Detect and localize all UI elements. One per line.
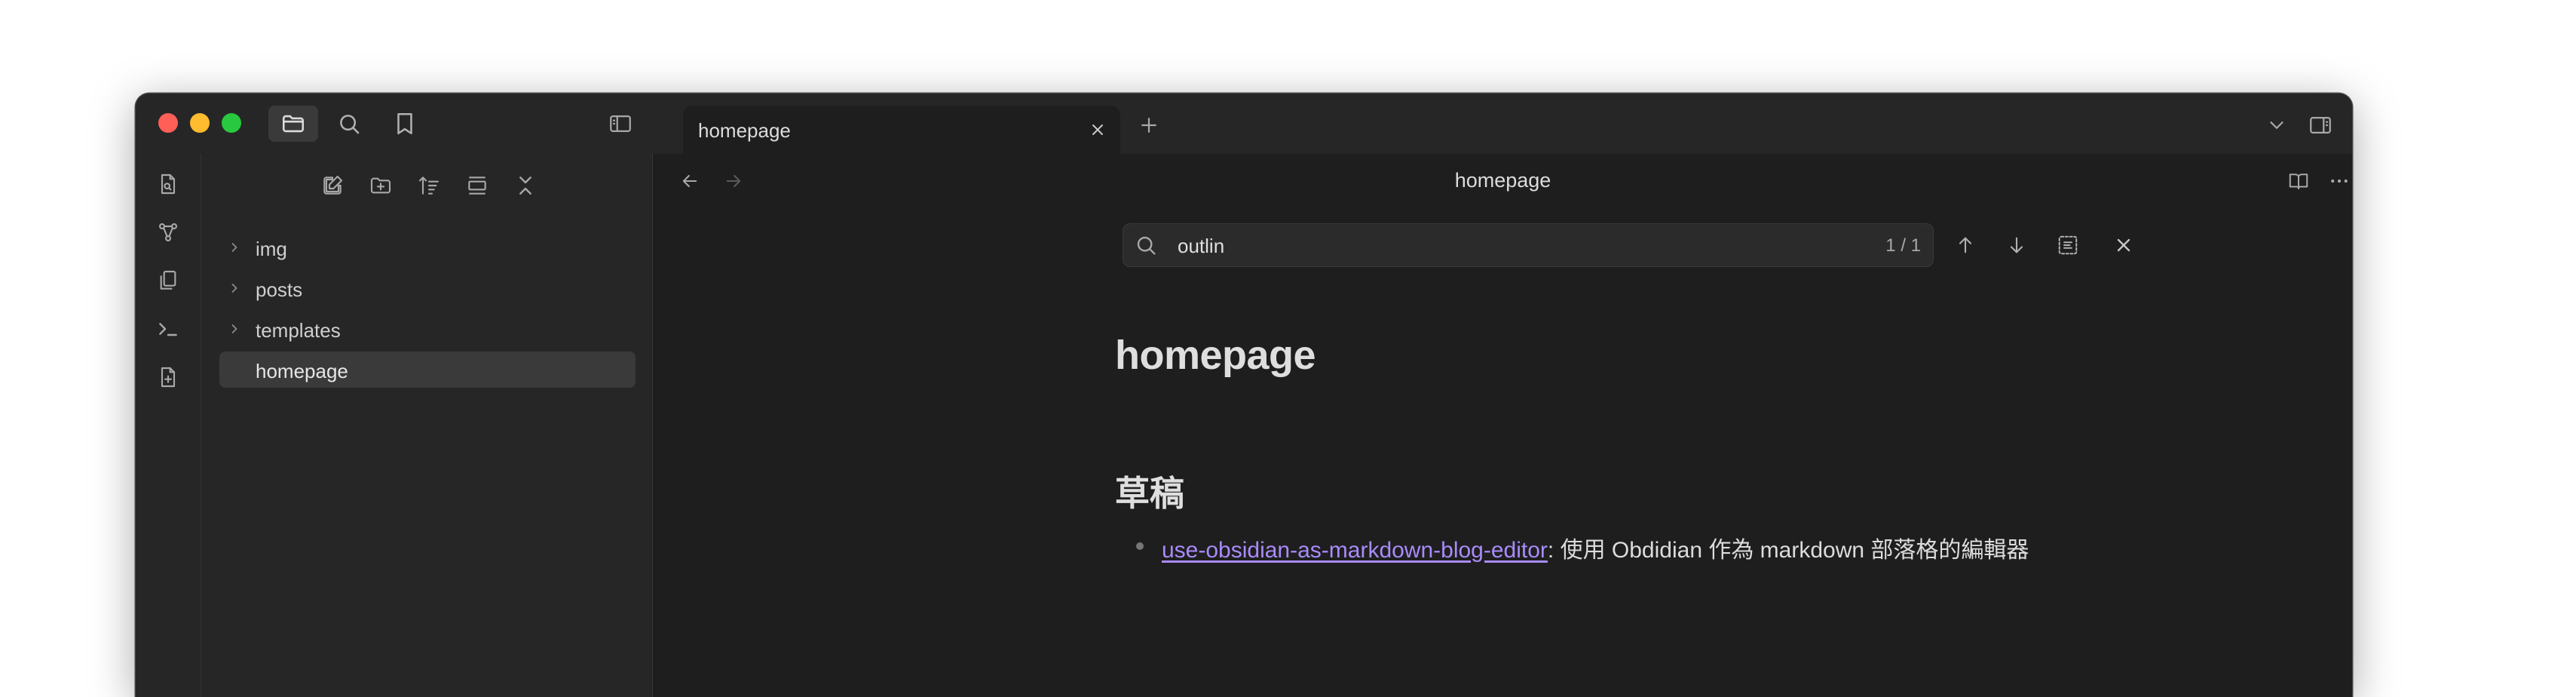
sort-icon bbox=[418, 177, 440, 195]
list-item-description: : 使用 Obdidian 作為 markdown 部落格的編輯器 bbox=[1547, 538, 2029, 563]
open-templates-button[interactable] bbox=[152, 264, 185, 297]
tab-list-button[interactable] bbox=[2260, 109, 2293, 142]
edit-icon bbox=[323, 175, 343, 195]
list-item-text: use-obsidian-as-markdown-blog-editor: 使用… bbox=[1162, 531, 2029, 564]
tree-file-homepage[interactable]: homepage bbox=[219, 352, 636, 388]
internal-link[interactable]: use-obsidian-as-markdown-blog-editor bbox=[1162, 538, 1548, 563]
select-all-matches-button[interactable] bbox=[2051, 229, 2084, 262]
sidebar-right-icon bbox=[2310, 116, 2331, 134]
chevrons-collapse-icon bbox=[519, 177, 531, 195]
arrow-down-icon bbox=[2010, 237, 2023, 253]
title-bar: homepage bbox=[136, 94, 2352, 154]
sidebar-left-icon bbox=[610, 115, 631, 133]
change-sort-order-button[interactable] bbox=[411, 167, 447, 204]
heading-h2: 草稿 bbox=[1115, 474, 1184, 513]
tree-folder-templates[interactable]: templates bbox=[219, 311, 636, 347]
next-match-button[interactable] bbox=[2000, 229, 2033, 262]
toggle-right-sidebar-button[interactable] bbox=[2304, 109, 2337, 142]
chevron-down-icon bbox=[2270, 121, 2283, 129]
find-input[interactable] bbox=[1176, 224, 1782, 268]
open-command-palette-button[interactable] bbox=[152, 312, 185, 345]
tab-homepage[interactable]: homepage bbox=[683, 106, 1120, 154]
toggle-left-sidebar-button[interactable] bbox=[596, 106, 645, 142]
reveal-file-icon bbox=[468, 177, 486, 195]
view-header-title[interactable]: homepage bbox=[654, 169, 2352, 192]
bookmarks-view-button[interactable] bbox=[380, 106, 430, 142]
chevron-right-icon bbox=[225, 238, 244, 256]
tree-item-label: homepage bbox=[256, 360, 348, 382]
find-bar: 1 / 1 bbox=[1123, 223, 1934, 268]
new-folder-button[interactable] bbox=[363, 167, 399, 204]
create-new-note-button[interactable] bbox=[152, 361, 185, 394]
tree-item-label: posts bbox=[256, 278, 303, 301]
open-quick-switcher-button[interactable] bbox=[152, 167, 185, 201]
tree-item-label: templates bbox=[256, 319, 341, 342]
file-explorer: img posts templates homepage bbox=[201, 154, 653, 697]
tree-folder-img[interactable]: img bbox=[219, 229, 636, 266]
chevron-right-icon bbox=[225, 279, 244, 297]
match-count: 1 / 1 bbox=[1885, 235, 1921, 256]
tree-item-label: img bbox=[256, 238, 287, 260]
folder-plus-icon bbox=[370, 177, 391, 194]
reading-view-button[interactable] bbox=[2282, 164, 2315, 198]
more-horizontal-icon bbox=[2331, 179, 2348, 183]
editor-pane: homepage 1 / 1 homepage 草稿 u bbox=[654, 154, 2352, 697]
arrow-up-icon bbox=[1959, 237, 1972, 253]
new-note-button[interactable] bbox=[314, 167, 351, 204]
search-icon bbox=[1137, 236, 1156, 255]
app-window: homepage img posts templates homepage ho… bbox=[136, 94, 2352, 697]
auto-reveal-button[interactable] bbox=[459, 167, 495, 204]
tree-folder-posts[interactable]: posts bbox=[219, 270, 636, 306]
ribbon bbox=[136, 154, 201, 697]
close-window-button[interactable] bbox=[158, 113, 178, 133]
folder-icon bbox=[282, 115, 305, 133]
search-view-button[interactable] bbox=[324, 106, 374, 142]
file-search-icon bbox=[161, 173, 176, 195]
bookmark-icon bbox=[397, 112, 412, 135]
text-select-icon bbox=[2058, 235, 2078, 255]
collapse-all-button[interactable] bbox=[507, 167, 544, 204]
note-title[interactable]: homepage bbox=[1115, 332, 1316, 379]
plus-icon bbox=[1141, 118, 1156, 133]
chevron-right-icon bbox=[225, 320, 244, 338]
minimize-window-button[interactable] bbox=[190, 113, 210, 133]
close-find-button[interactable] bbox=[2107, 229, 2140, 262]
terminal-icon bbox=[159, 323, 177, 336]
close-icon bbox=[2117, 238, 2130, 252]
new-tab-button[interactable] bbox=[1132, 109, 1165, 142]
tab-close-button[interactable] bbox=[1086, 118, 1110, 142]
tab-title: homepage bbox=[698, 119, 791, 142]
close-icon bbox=[1092, 124, 1103, 135]
search-icon bbox=[340, 115, 360, 134]
file-plus-icon bbox=[161, 367, 176, 388]
files-view-button[interactable] bbox=[268, 106, 318, 142]
open-graph-view-button[interactable] bbox=[152, 216, 185, 249]
bullet-icon bbox=[1136, 542, 1144, 550]
more-options-button[interactable] bbox=[2323, 164, 2352, 198]
book-open-icon bbox=[2289, 173, 2308, 189]
graph-icon bbox=[158, 223, 178, 242]
maximize-window-button[interactable] bbox=[222, 113, 241, 133]
previous-match-button[interactable] bbox=[1949, 229, 1982, 262]
copy-icon bbox=[160, 270, 176, 290]
